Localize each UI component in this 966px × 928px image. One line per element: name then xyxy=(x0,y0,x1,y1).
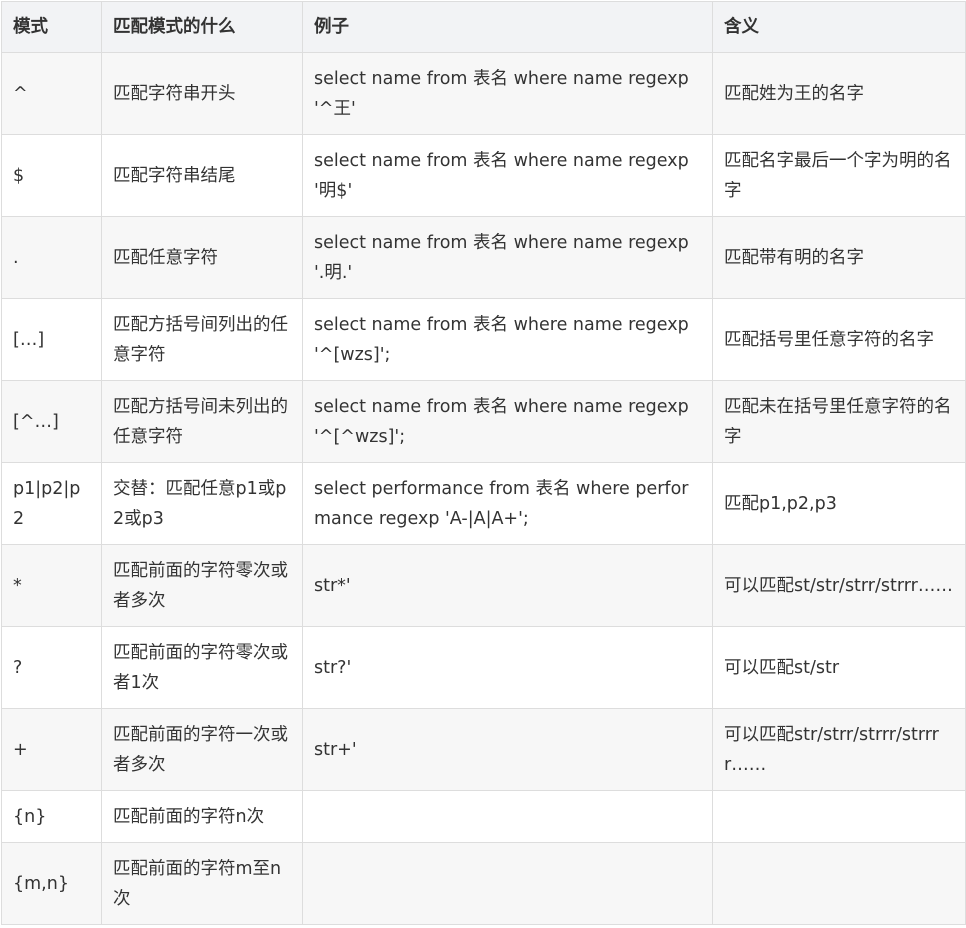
meaning-cell: 可以匹配str/strr/strrr/strrrr…… xyxy=(712,708,966,791)
match-what-cell: 匹配前面的字符零次或者多次 xyxy=(101,544,303,627)
example-cell: select performance from 表名 where perform… xyxy=(302,462,713,545)
example-cell: select name from 表名 where name regexp '^… xyxy=(302,52,713,135)
meaning-cell: 匹配括号里任意字符的名字 xyxy=(712,298,966,381)
match-what-cell: 交替：匹配任意p1或p2或p3 xyxy=(101,462,303,545)
pattern-cell: [^…] xyxy=(1,380,102,463)
match-what-cell: 匹配前面的字符一次或者多次 xyxy=(101,708,303,791)
example-cell: str*' xyxy=(302,544,713,627)
meaning-cell: 匹配带有明的名字 xyxy=(712,216,966,299)
example-cell: str+' xyxy=(302,708,713,791)
table-row: + 匹配前面的字符一次或者多次 str+' 可以匹配str/strr/strrr… xyxy=(1,708,966,791)
meaning-cell: 匹配名字最后一个字为明的名字 xyxy=(712,134,966,217)
meaning-cell: 匹配姓为王的名字 xyxy=(712,52,966,135)
pattern-cell: {m,n} xyxy=(1,842,102,925)
example-cell: select name from 表名 where name regexp '.… xyxy=(302,216,713,299)
header-pattern: 模式 xyxy=(1,1,102,53)
table-row: [^…] 匹配方括号间未列出的任意字符 select name from 表名 … xyxy=(1,380,966,463)
meaning-cell: 可以匹配st/str/strr/strrr…… xyxy=(712,544,966,627)
pattern-cell: ^ xyxy=(1,52,102,135)
meaning-cell: 匹配p1,p2,p3 xyxy=(712,462,966,545)
table-row: {n} 匹配前面的字符n次 xyxy=(1,790,966,843)
meaning-cell xyxy=(712,842,966,925)
header-meaning: 含义 xyxy=(712,1,966,53)
example-cell xyxy=(302,790,713,843)
table-row: ? 匹配前面的字符零次或者1次 str?' 可以匹配st/str xyxy=(1,626,966,709)
match-what-cell: 匹配字符串结尾 xyxy=(101,134,303,217)
example-cell xyxy=(302,842,713,925)
header-example: 例子 xyxy=(302,1,713,53)
table-row: $ 匹配字符串结尾 select name from 表名 where name… xyxy=(1,134,966,217)
table-row: . 匹配任意字符 select name from 表名 where name … xyxy=(1,216,966,299)
header-row: 模式 匹配模式的什么 例子 含义 xyxy=(1,1,966,53)
pattern-cell: * xyxy=(1,544,102,627)
pattern-cell: + xyxy=(1,708,102,791)
example-cell: select name from 表名 where name regexp '明… xyxy=(302,134,713,217)
table-row: ^ 匹配字符串开头 select name from 表名 where name… xyxy=(1,52,966,135)
pattern-cell: p1|p2|p2 xyxy=(1,462,102,545)
example-cell: select name from 表名 where name regexp '^… xyxy=(302,298,713,381)
pattern-cell: ? xyxy=(1,626,102,709)
table-row: […] 匹配方括号间列出的任意字符 select name from 表名 wh… xyxy=(1,298,966,381)
table-header: 模式 匹配模式的什么 例子 含义 xyxy=(1,1,966,53)
match-what-cell: 匹配方括号间未列出的任意字符 xyxy=(101,380,303,463)
match-what-cell: 匹配字符串开头 xyxy=(101,52,303,135)
pattern-cell: […] xyxy=(1,298,102,381)
meaning-cell: 匹配未在括号里任意字符的名字 xyxy=(712,380,966,463)
example-cell: str?' xyxy=(302,626,713,709)
match-what-cell: 匹配前面的字符零次或者1次 xyxy=(101,626,303,709)
table-row: p1|p2|p2 交替：匹配任意p1或p2或p3 select performa… xyxy=(1,462,966,545)
match-what-cell: 匹配前面的字符m至n次 xyxy=(101,842,303,925)
table-row: {m,n} 匹配前面的字符m至n次 xyxy=(1,842,966,925)
match-what-cell: 匹配任意字符 xyxy=(101,216,303,299)
meaning-cell xyxy=(712,790,966,843)
header-match-what: 匹配模式的什么 xyxy=(101,1,303,53)
pattern-cell: . xyxy=(1,216,102,299)
match-what-cell: 匹配前面的字符n次 xyxy=(101,790,303,843)
table-row: * 匹配前面的字符零次或者多次 str*' 可以匹配st/str/strr/st… xyxy=(1,544,966,627)
pattern-cell: {n} xyxy=(1,790,102,843)
match-what-cell: 匹配方括号间列出的任意字符 xyxy=(101,298,303,381)
regex-pattern-table: 模式 匹配模式的什么 例子 含义 ^ 匹配字符串开头 select name f… xyxy=(1,1,966,925)
pattern-cell: $ xyxy=(1,134,102,217)
meaning-cell: 可以匹配st/str xyxy=(712,626,966,709)
example-cell: select name from 表名 where name regexp '^… xyxy=(302,380,713,463)
table-body: ^ 匹配字符串开头 select name from 表名 where name… xyxy=(1,52,966,925)
